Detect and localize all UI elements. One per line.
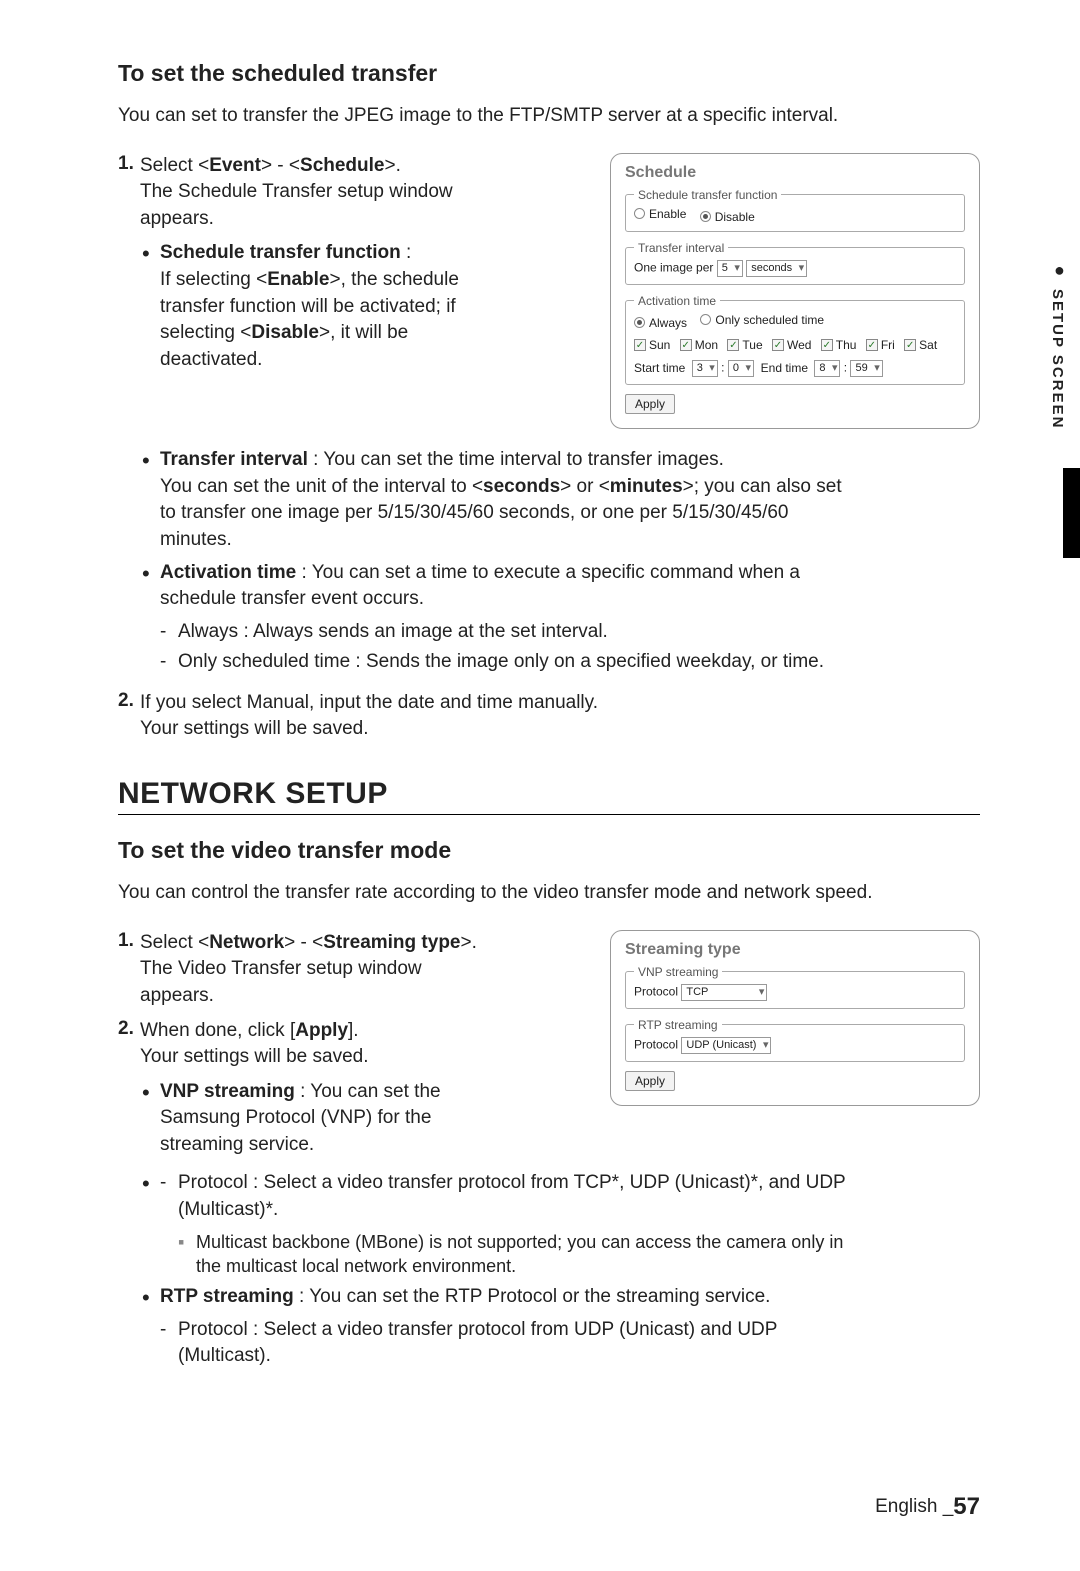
radio-enable[interactable]: Enable <box>634 207 686 221</box>
group-vnp-streaming: VNP streaming Protocol TCP <box>625 965 965 1009</box>
day-label: Sun <box>649 338 670 352</box>
step-text: When done, click [Apply]. Your settings … <box>140 1018 500 1165</box>
legend: Transfer interval <box>634 241 728 255</box>
checkbox-wed[interactable]: ✓Wed <box>772 338 811 352</box>
day-label: Thu <box>836 338 857 352</box>
apply-button[interactable]: Apply <box>625 1071 675 1091</box>
list-item: Protocol : Select a video transfer proto… <box>160 1170 860 1223</box>
heading-network-setup: NETWORK SETUP <box>118 777 980 815</box>
intro-paragraph: You can set to transfer the JPEG image t… <box>118 103 980 129</box>
radio-label: Enable <box>649 207 686 221</box>
list-item: Transfer interval : You can set the time… <box>140 447 860 553</box>
legend: Schedule transfer function <box>634 188 781 202</box>
figure-streaming-type: Streaming type VNP streaming Protocol TC… <box>610 930 980 1106</box>
list-item-continuation: Protocol : Select a video transfer proto… <box>140 1170 860 1278</box>
checkbox-thu[interactable]: ✓Thu <box>821 338 857 352</box>
legend: VNP streaming <box>634 965 722 979</box>
select-rtp-protocol[interactable]: UDP (Unicast) <box>681 1037 771 1054</box>
checkbox-sat[interactable]: ✓Sat <box>904 338 937 352</box>
day-label: Wed <box>787 338 811 352</box>
step-text: Select <Event> - <Schedule>. The Schedul… <box>140 153 500 380</box>
day-label: Mon <box>695 338 718 352</box>
list-item: Always : Always sends an image at the se… <box>160 619 860 646</box>
heading-scheduled-transfer: To set the scheduled transfer <box>118 60 980 87</box>
checkbox-sun[interactable]: ✓Sun <box>634 338 670 352</box>
heading-video-transfer: To set the video transfer mode <box>118 837 980 864</box>
group-schedule-transfer-function: Schedule transfer function Enable Disabl… <box>625 188 965 232</box>
list-item: VNP streaming : You can set the Samsung … <box>140 1079 500 1159</box>
radio-label: Disable <box>715 210 755 224</box>
select-interval-unit[interactable]: seconds <box>746 260 807 277</box>
start-time-label: Start time <box>634 361 685 375</box>
legend: Activation time <box>634 294 720 308</box>
select-end-min[interactable]: 59 <box>850 360 882 377</box>
radio-only-scheduled[interactable]: Only scheduled time <box>700 313 824 327</box>
list-number: 2. <box>118 690 140 743</box>
list-number: 1. <box>118 153 140 380</box>
list-number: 1. <box>118 930 140 1010</box>
radio-label: Only scheduled time <box>715 313 824 327</box>
select-interval-value[interactable]: 5 <box>717 260 743 277</box>
checkbox-tue[interactable]: ✓Tue <box>727 338 762 352</box>
checkbox-mon[interactable]: ✓Mon <box>680 338 718 352</box>
legend: RTP streaming <box>634 1018 722 1032</box>
label: One image per <box>634 260 713 274</box>
note-item: Multicast backbone (MBone) is not suppor… <box>178 1230 860 1279</box>
radio-always[interactable]: Always <box>634 316 687 330</box>
label: Protocol <box>634 1037 678 1051</box>
list-item: Protocol : Select a video transfer proto… <box>160 1317 860 1370</box>
step-text: If you select Manual, input the date and… <box>140 690 860 743</box>
step-text: Select <Network> - <Streaming type>. The… <box>140 930 500 1010</box>
group-rtp-streaming: RTP streaming Protocol UDP (Unicast) <box>625 1018 965 1062</box>
figure-title: Streaming type <box>625 941 965 959</box>
select-start-min[interactable]: 0 <box>728 360 754 377</box>
page-footer: English _57 <box>875 1493 980 1521</box>
figure-schedule: Schedule Schedule transfer function Enab… <box>610 153 980 430</box>
select-vnp-protocol[interactable]: TCP <box>681 984 767 1001</box>
intro-paragraph: You can control the transfer rate accord… <box>118 880 980 906</box>
checkbox-fri[interactable]: ✓Fri <box>866 338 895 352</box>
list-item: Schedule transfer function : If selectin… <box>140 240 500 373</box>
radio-disable[interactable]: Disable <box>700 210 755 224</box>
list-item: Activation time : You can set a time to … <box>140 560 860 676</box>
label: Protocol <box>634 984 678 998</box>
day-label: Tue <box>742 338 762 352</box>
end-time-label: End time <box>761 361 808 375</box>
select-start-hour[interactable]: 3 <box>692 360 718 377</box>
day-label: Sat <box>919 338 937 352</box>
day-label: Fri <box>881 338 895 352</box>
apply-button[interactable]: Apply <box>625 394 675 414</box>
select-end-hour[interactable]: 8 <box>814 360 840 377</box>
list-number: 2. <box>118 1018 140 1165</box>
radio-label: Always <box>649 316 687 330</box>
group-activation-time: Activation time Always Only scheduled ti… <box>625 294 965 386</box>
list-item: Only scheduled time : Sends the image on… <box>160 649 860 676</box>
group-transfer-interval: Transfer interval One image per 5 second… <box>625 241 965 285</box>
figure-title: Schedule <box>625 164 965 182</box>
list-item: RTP streaming : You can set the RTP Prot… <box>140 1284 860 1370</box>
